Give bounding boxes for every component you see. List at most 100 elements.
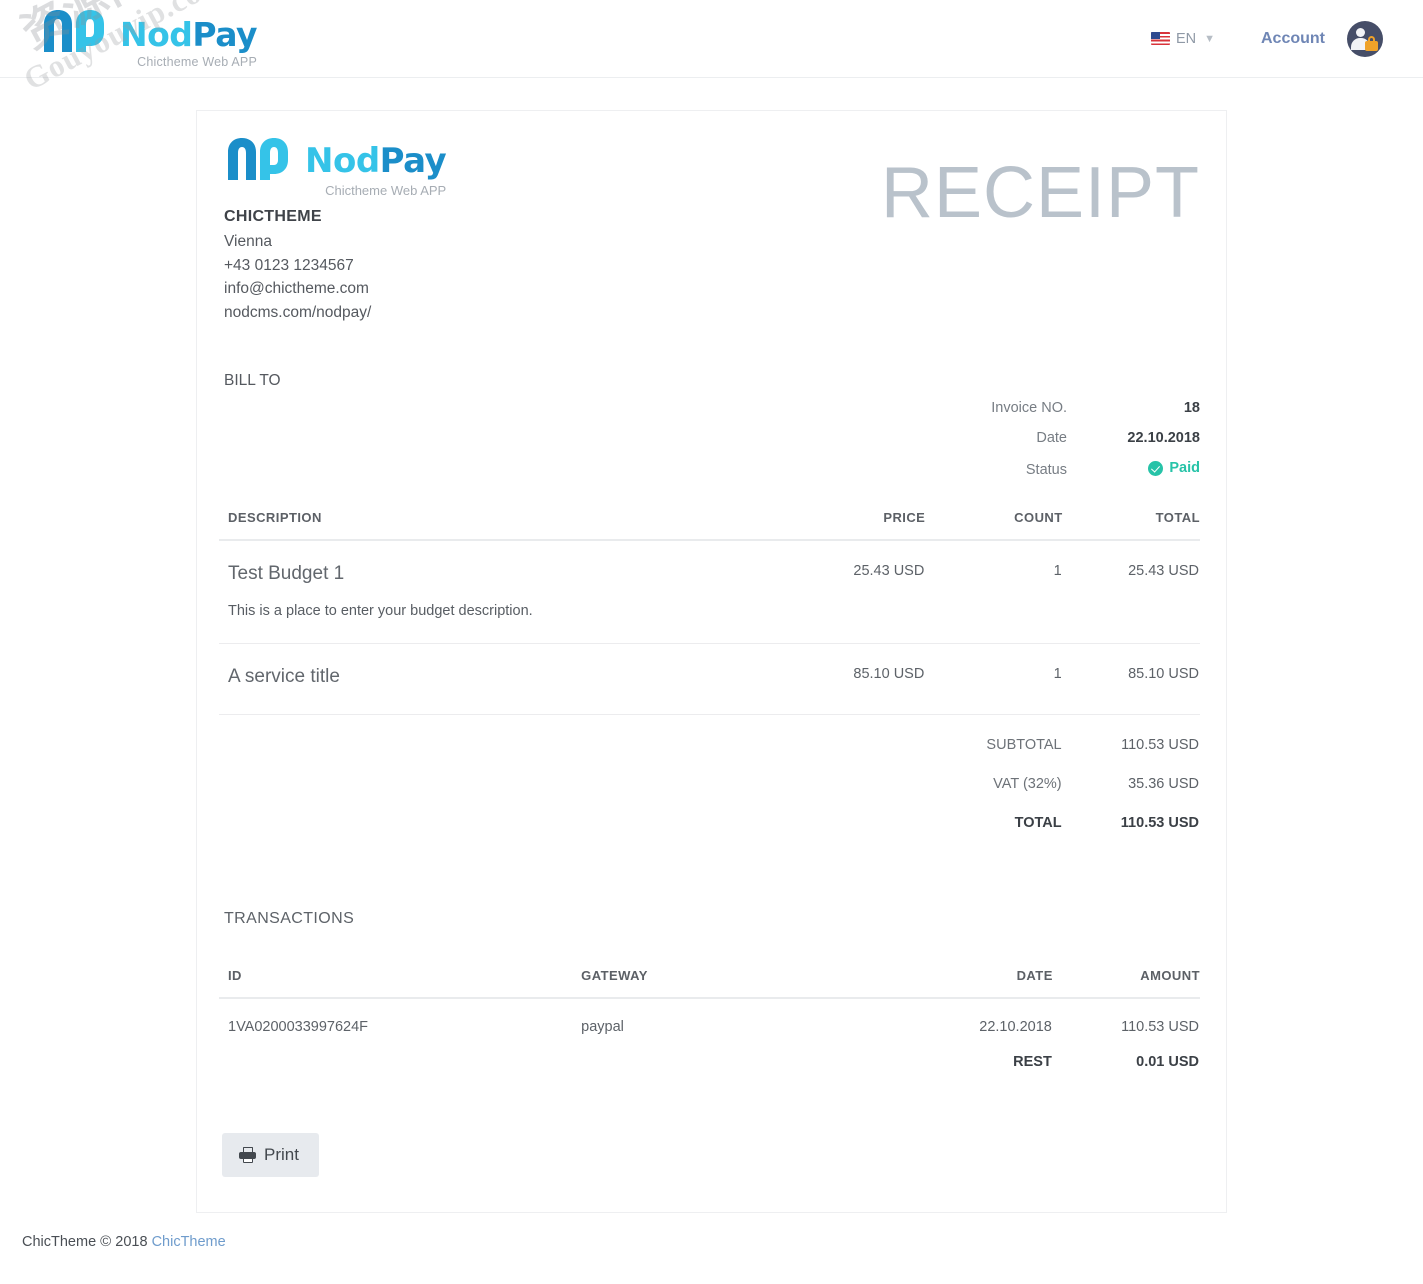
items-header-total: TOTAL bbox=[1062, 509, 1200, 541]
avatar-head-icon bbox=[1356, 27, 1365, 37]
rest-value: 0.01 USD bbox=[1136, 1054, 1199, 1070]
meta-value-date: 22.10.2018 bbox=[1127, 430, 1200, 446]
summary-row-vat: VAT (32%) 35.36 USD bbox=[219, 754, 1200, 793]
chevron-down-icon: ▼ bbox=[1204, 32, 1215, 45]
receipt-logo: NodPay Chictheme Web APP bbox=[224, 135, 447, 198]
items-header-row: DESCRIPTION PRICE COUNT TOTAL bbox=[219, 509, 1200, 541]
page-body: NodPay Chictheme Web APP CHICTHEME Vienn… bbox=[0, 78, 1423, 1213]
print-button-label: Print bbox=[264, 1145, 299, 1164]
transactions-rest-row: REST 0.01 USD bbox=[219, 1036, 1200, 1071]
item-note: This is a place to enter your budget des… bbox=[228, 602, 533, 619]
np-monogram-icon bbox=[40, 8, 118, 54]
item-total: 25.43 USD bbox=[1128, 562, 1199, 579]
tx-amount: 110.53 USD bbox=[1121, 1019, 1199, 1035]
print-button[interactable]: Print bbox=[222, 1133, 319, 1177]
receipt-wordmark: NodPay bbox=[305, 141, 447, 181]
transactions-table-head: ID GATEWAY DATE AMOUNT bbox=[219, 968, 1200, 999]
item-note-row: This is a place to enter your budget des… bbox=[219, 586, 1200, 643]
bill-to-label: BILL TO bbox=[224, 372, 281, 389]
company-name: CHICTHEME bbox=[224, 208, 322, 225]
page-title: RECEIPT bbox=[880, 153, 1200, 233]
items-table-body: Test Budget 1 25.43 USD 1 25.43 USD This… bbox=[219, 540, 1200, 833]
receipt-logo-row: NodPay bbox=[224, 135, 447, 181]
summary-row-total: TOTAL 110.53 USD bbox=[219, 793, 1200, 832]
invoice-meta: Invoice NO. 18 Date 22.10.2018 Status Pa… bbox=[219, 400, 1200, 480]
status-badge-inner: Paid bbox=[1089, 460, 1200, 476]
item-description: Test Budget 1 bbox=[228, 562, 345, 584]
meta-value-invoice-no: 18 bbox=[1183, 400, 1200, 416]
account-link[interactable]: Account bbox=[1261, 30, 1325, 48]
receipt-logo-subtitle: Chictheme Web APP bbox=[325, 183, 447, 198]
brand-wordmark-part1: Nod bbox=[120, 15, 193, 54]
footer-brand: ChicTheme bbox=[22, 1234, 97, 1250]
summary-value-subtotal: 110.53 USD bbox=[1121, 737, 1199, 753]
copyright-icon: © bbox=[100, 1233, 112, 1250]
item-total: 85.10 USD bbox=[1128, 666, 1199, 682]
meta-row-status: Status Paid bbox=[219, 460, 1200, 480]
items-header-price: PRICE bbox=[787, 509, 926, 541]
company-city: Vienna bbox=[224, 233, 272, 250]
summary-label-subtotal: SUBTOTAL bbox=[986, 737, 1062, 753]
meta-row-date: Date 22.10.2018 bbox=[219, 430, 1200, 446]
language-code: EN bbox=[1175, 30, 1197, 47]
tx-header-date: DATE bbox=[856, 968, 1053, 999]
company-phone: +43 0123 1234567 bbox=[224, 256, 354, 274]
transactions-header-row: ID GATEWAY DATE AMOUNT bbox=[219, 968, 1200, 999]
meta-label-invoice-no: Invoice NO. bbox=[991, 400, 1067, 416]
summary-label-total: TOTAL bbox=[1014, 815, 1062, 831]
language-selector[interactable]: EN ▼ bbox=[1150, 30, 1215, 47]
meta-label-date: Date bbox=[1036, 430, 1067, 446]
transactions-table: ID GATEWAY DATE AMOUNT 1VA0200033997624F… bbox=[219, 968, 1200, 1071]
status-badge: Paid bbox=[1089, 460, 1200, 480]
summary-label-vat: VAT (32%) bbox=[993, 776, 1062, 792]
tx-id: 1VA0200033997624F bbox=[228, 1019, 369, 1035]
tx-gateway: paypal bbox=[581, 1019, 624, 1035]
top-navbar: NodPay Chictheme Web APP EN ▼ Account bbox=[0, 0, 1423, 78]
check-circle-icon bbox=[1148, 460, 1164, 476]
page-footer: ChicTheme © 2018 ChicTheme bbox=[0, 1213, 1423, 1250]
table-row: A service title 85.10 USD 1 85.10 USD bbox=[219, 644, 1200, 690]
user-lock-avatar[interactable] bbox=[1347, 20, 1383, 57]
item-price: 25.43 USD bbox=[853, 562, 925, 579]
rest-label: REST bbox=[1013, 1054, 1052, 1070]
receipt-card: NodPay Chictheme Web APP CHICTHEME Vienn… bbox=[196, 110, 1227, 1213]
item-count: 1 bbox=[1053, 666, 1062, 682]
table-row: 1VA0200033997624F paypal 22.10.2018 110.… bbox=[219, 998, 1200, 1036]
receipt-wordmark-part2: Pay bbox=[379, 141, 447, 181]
meta-row-invoice-no: Invoice NO. 18 bbox=[219, 400, 1200, 416]
transactions-title: TRANSACTIONS bbox=[224, 910, 355, 927]
brand-wordmark-part2: Pay bbox=[192, 15, 257, 54]
footer-link[interactable]: ChicTheme bbox=[152, 1234, 226, 1250]
tx-header-id: ID bbox=[219, 968, 573, 999]
brand-logo-header[interactable]: NodPay Chictheme Web APP bbox=[26, 8, 257, 69]
items-table-head: DESCRIPTION PRICE COUNT TOTAL bbox=[219, 509, 1200, 541]
table-row: Test Budget 1 25.43 USD 1 25.43 USD bbox=[219, 540, 1200, 586]
receipt-header: NodPay Chictheme Web APP CHICTHEME Vienn… bbox=[219, 135, 1200, 324]
footer-year: 2018 bbox=[115, 1234, 148, 1250]
summary-value-total: 110.53 USD bbox=[1120, 815, 1199, 831]
meta-label-status: Status bbox=[1025, 461, 1067, 478]
tx-date: 22.10.2018 bbox=[979, 1019, 1052, 1035]
summary-row-subtotal: SUBTOTAL 110.53 USD bbox=[219, 715, 1200, 755]
brand-wordmark: NodPay bbox=[120, 18, 257, 51]
receipt-wordmark-part1: Nod bbox=[305, 141, 380, 181]
items-table: DESCRIPTION PRICE COUNT TOTAL Test Budge… bbox=[219, 509, 1200, 833]
company-email: info@chictheme.com bbox=[224, 280, 369, 297]
item-count: 1 bbox=[1053, 562, 1062, 579]
tx-header-gateway: GATEWAY bbox=[572, 968, 857, 999]
company-block: NodPay Chictheme Web APP CHICTHEME Vienn… bbox=[219, 135, 447, 324]
item-price: 85.10 USD bbox=[853, 666, 925, 682]
transactions-table-body: 1VA0200033997624F paypal 22.10.2018 110.… bbox=[219, 998, 1200, 1071]
status-badge-label: Paid bbox=[1169, 460, 1200, 476]
brand-subtitle: Chictheme Web APP bbox=[137, 55, 257, 69]
tx-header-amount: AMOUNT bbox=[1052, 968, 1200, 999]
print-button-wrap: Print bbox=[219, 1133, 1200, 1177]
summary-value-vat: 35.36 USD bbox=[1128, 776, 1199, 792]
items-header-count: COUNT bbox=[925, 509, 1063, 541]
lock-body-icon bbox=[1365, 40, 1378, 51]
company-website: nodcms.com/nodpay/ bbox=[224, 303, 372, 321]
us-flag-icon bbox=[1150, 32, 1170, 45]
np-monogram-icon bbox=[224, 135, 302, 181]
printer-icon bbox=[239, 1147, 256, 1163]
row-divider bbox=[219, 689, 1200, 715]
